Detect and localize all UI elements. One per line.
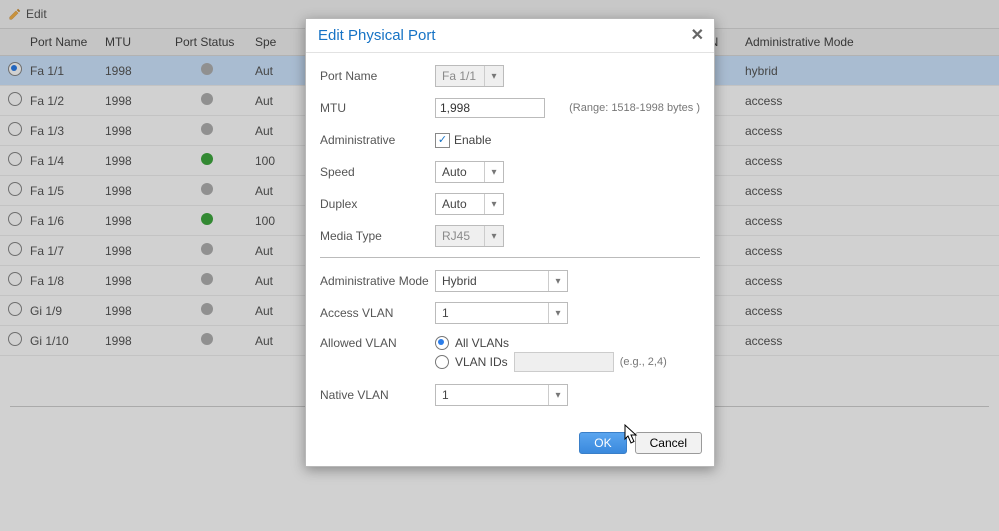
chevron-down-icon: ▾ <box>484 66 503 86</box>
vlan-ids-input <box>514 352 614 372</box>
label-administrative: Administrative <box>320 133 435 147</box>
ok-button[interactable]: OK <box>579 432 626 454</box>
mtu-hint: (Range: 1518-1998 bytes ) <box>569 102 700 114</box>
enable-label: Enable <box>454 133 491 147</box>
label-media-type: Media Type <box>320 229 435 243</box>
mtu-input[interactable] <box>435 98 545 118</box>
all-vlans-label: All VLANs <box>455 336 509 350</box>
speed-select[interactable]: Auto ▾ <box>435 161 504 183</box>
port-name-select: Fa 1/1 ▾ <box>435 65 504 87</box>
radio-icon <box>435 355 449 369</box>
vlan-ids-hint: (e.g., 2,4) <box>620 356 667 368</box>
radio-icon <box>435 336 449 350</box>
cancel-button[interactable]: Cancel <box>635 432 702 454</box>
duplex-select[interactable]: Auto ▾ <box>435 193 504 215</box>
allowed-vlan-radiogroup: All VLANs VLAN IDs (e.g., 2,4) <box>435 334 667 374</box>
label-mtu: MTU <box>320 101 435 115</box>
chevron-down-icon[interactable]: ▾ <box>548 271 567 291</box>
label-duplex: Duplex <box>320 197 435 211</box>
chevron-down-icon[interactable]: ▾ <box>484 194 503 214</box>
label-speed: Speed <box>320 165 435 179</box>
chevron-down-icon[interactable]: ▾ <box>484 162 503 182</box>
allowed-vlan-all-option[interactable]: All VLANs <box>435 336 667 350</box>
close-icon[interactable]: ✕ <box>691 28 704 44</box>
chevron-down-icon[interactable]: ▾ <box>548 385 567 405</box>
edit-port-dialog: Edit Physical Port ✕ Port Name Fa 1/1 ▾ … <box>305 18 715 467</box>
allowed-vlan-ids-option[interactable]: VLAN IDs (e.g., 2,4) <box>435 352 667 372</box>
label-allowed-vlan: Allowed VLAN <box>320 334 435 350</box>
access-vlan-select[interactable]: 1 ▾ <box>435 302 568 324</box>
dialog-divider <box>320 257 700 258</box>
administrative-enable-checkbox[interactable]: ✓ Enable <box>435 133 491 148</box>
label-native-vlan: Native VLAN <box>320 388 435 402</box>
label-admin-mode: Administrative Mode <box>320 274 435 288</box>
vlan-ids-label: VLAN IDs <box>455 355 508 369</box>
check-icon: ✓ <box>435 133 450 148</box>
label-port-name: Port Name <box>320 69 435 83</box>
dialog-titlebar: Edit Physical Port ✕ <box>306 19 714 53</box>
dialog-title: Edit Physical Port <box>318 27 436 44</box>
native-vlan-select[interactable]: 1 ▾ <box>435 384 568 406</box>
chevron-down-icon: ▾ <box>484 226 503 246</box>
label-access-vlan: Access VLAN <box>320 306 435 320</box>
chevron-down-icon[interactable]: ▾ <box>548 303 567 323</box>
admin-mode-select[interactable]: Hybrid ▾ <box>435 270 568 292</box>
media-type-select: RJ45 ▾ <box>435 225 504 247</box>
